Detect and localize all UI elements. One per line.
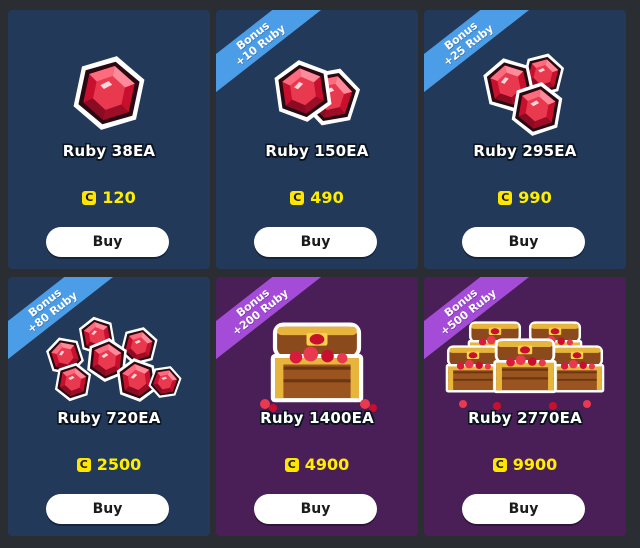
buy-button[interactable]: Buy (46, 227, 169, 257)
shop-item-card: Bonus +10 Ruby Ruby 150EA C 490 Buy (216, 10, 418, 269)
price-value: 990 (518, 188, 552, 207)
treasure-chest-icon (260, 322, 377, 412)
coin-icon: C (290, 190, 305, 205)
item-price: C 490 (216, 188, 418, 207)
item-title: Ruby 1400EA (260, 409, 374, 427)
item-title: Ruby 38EA (62, 142, 156, 160)
buy-button[interactable]: Buy (462, 494, 585, 524)
item-price: C 2500 (8, 455, 210, 474)
item-title: Ruby 2770EA (468, 409, 582, 427)
single-ruby-icon (69, 49, 149, 137)
coin-icon: C (498, 190, 513, 205)
shop-item-card: Bonus +500 Ruby Ruby 2770EA C 9900 Buy (424, 277, 626, 536)
shop-item-card: Ruby 38EA C 120 Buy (8, 10, 210, 269)
coin-icon: C (76, 457, 91, 472)
buy-button[interactable]: Buy (46, 494, 169, 524)
three-rubies-icon (480, 49, 567, 140)
two-rubies-icon (272, 56, 365, 134)
shop-item-card: Bonus +200 Ruby Ruby 1400EA C 4900 Buy (216, 277, 418, 536)
item-price: C 990 (424, 188, 626, 207)
coin-icon: C (82, 190, 97, 205)
coin-icon: C (492, 457, 507, 472)
shop-grid: Ruby 38EA C 120 Buy Bonus +10 Ruby Ruby … (8, 10, 630, 538)
price-value: 490 (310, 188, 344, 207)
item-price: C 120 (8, 188, 210, 207)
item-price: C 9900 (424, 455, 626, 474)
shop-item-card: Bonus +80 Ruby Ruby 720EA C 2500 Buy (8, 277, 210, 536)
price-value: 9900 (512, 455, 558, 474)
price-value: 4900 (304, 455, 350, 474)
price-value: 120 (102, 188, 136, 207)
buy-button[interactable]: Buy (462, 227, 585, 257)
buy-button[interactable]: Buy (254, 227, 377, 257)
item-title: Ruby 720EA (57, 409, 161, 427)
ruby-pile-icon (43, 313, 185, 405)
buy-button[interactable]: Buy (254, 494, 377, 524)
item-title: Ruby 295EA (473, 142, 577, 160)
item-title: Ruby 150EA (265, 142, 369, 160)
price-value: 2500 (96, 455, 142, 474)
shop-item-card: Bonus +25 Ruby Ruby 295EA C 990 Buy (424, 10, 626, 269)
item-price: C 4900 (216, 455, 418, 474)
coin-icon: C (284, 457, 299, 472)
